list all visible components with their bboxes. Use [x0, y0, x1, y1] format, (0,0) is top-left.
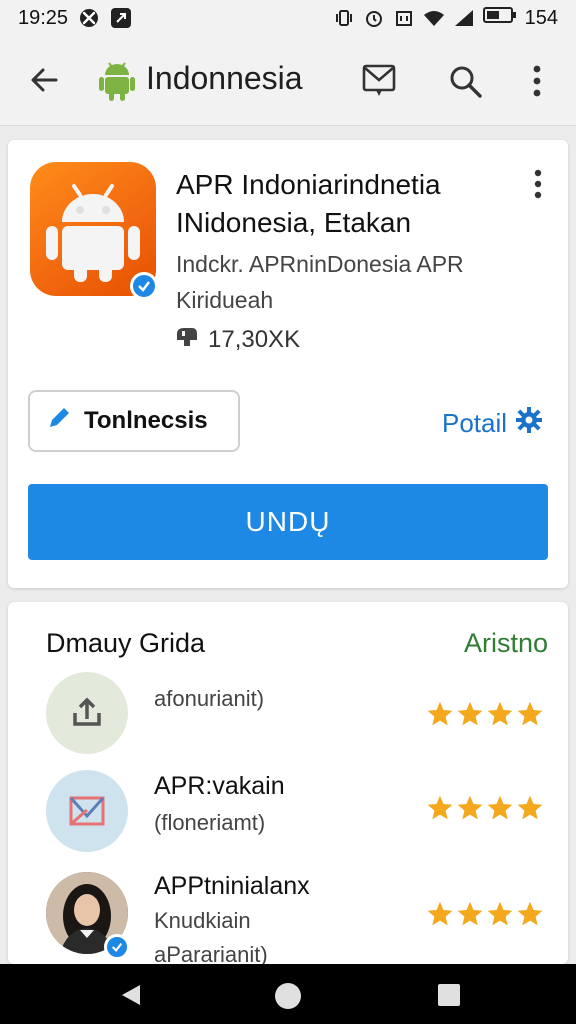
app-detail-card: APR Indoniarindnetia INidonesia, Etakan …: [8, 140, 568, 588]
install-button[interactable]: UNDŲ: [28, 484, 548, 560]
navigation-bar: [0, 964, 576, 1024]
list-item[interactable]: APR:vakain (floneriamt): [8, 770, 568, 870]
rating-stars: [426, 794, 544, 827]
section-title: Dmauy Grida: [46, 628, 206, 658]
arrow-back-icon[interactable]: [26, 62, 62, 98]
detail-link[interactable]: Potail: [442, 406, 543, 441]
android-icon: [98, 60, 136, 102]
star-icon: [486, 794, 514, 827]
nav-recents-icon[interactable]: [436, 982, 462, 1008]
app-description-line2: Kiriduеah: [176, 287, 274, 313]
nav-back-icon[interactable]: [118, 982, 144, 1008]
verified-badge-icon: [130, 272, 158, 300]
nav-home-icon[interactable]: [274, 982, 302, 1010]
app-icon[interactable]: [30, 162, 158, 300]
app-title: APR Indoniarindnetia INidonesia, Etakan: [176, 166, 506, 242]
list-item-name: APPtninialanx: [154, 872, 310, 900]
app-bar: Indonnesia: [0, 36, 576, 126]
upload-icon: [46, 672, 128, 754]
signal-icon: [453, 7, 475, 29]
recommendations-card: Dmauy Grida Aristno afonurianit) APR:vak…: [8, 602, 568, 967]
star-icon: [486, 700, 514, 733]
app-description: Indckr. APRninDonesia APR Kiriduеah: [176, 246, 516, 318]
star-icon: [516, 794, 544, 827]
nfc-icon: [393, 7, 415, 29]
status-time: 19:25: [18, 6, 69, 29]
list-item-name: APR:vakain: [154, 772, 285, 800]
rating-stars: [426, 900, 544, 933]
star-icon: [426, 794, 454, 827]
wifi-icon: [423, 7, 445, 29]
settings-gear-icon: [515, 406, 543, 441]
download-count-value: 17,30XK: [208, 325, 301, 353]
secondary-button[interactable]: Tonlnecsis: [28, 390, 240, 452]
rating-stars: [426, 700, 544, 733]
star-icon: [456, 900, 484, 933]
star-icon: [486, 900, 514, 933]
battery-level: 154: [524, 6, 558, 29]
star-icon: [426, 900, 454, 933]
list-item-meta: Knudkiain: [154, 908, 251, 933]
app-description-line1: Indckr. APRninDonesia APR: [176, 251, 464, 277]
xbox-icon: [78, 7, 100, 29]
person-avatar: [46, 872, 130, 960]
pencil-icon: [46, 405, 72, 438]
app-title-line2: INidonesia, Etakan: [176, 207, 412, 238]
install-button-label: UNDŲ: [245, 506, 331, 537]
list-item[interactable]: afonurianit): [8, 670, 568, 770]
list-item-meta: afonurianit): [154, 686, 265, 711]
list-item-meta: (floneriamt): [154, 810, 266, 835]
star-icon: [516, 900, 544, 933]
battery-icon: [482, 6, 517, 30]
detail-link-label: Potail: [442, 408, 508, 438]
secondary-button-label: Tonlnecsis: [84, 407, 208, 434]
app-notification-icon: [110, 7, 132, 29]
star-icon: [426, 700, 454, 733]
vibrate-icon: [333, 7, 355, 29]
star-icon: [516, 700, 544, 733]
section-more-link[interactable]: Aristno: [464, 628, 548, 659]
envelope-icon: [46, 770, 128, 852]
status-bar: 19:25 154: [0, 0, 576, 36]
list-item[interactable]: APPtninialanx Knudkiain aPararianit): [8, 870, 568, 970]
more-vert-icon[interactable]: [518, 62, 556, 100]
alarm-icon: [363, 7, 385, 29]
verified-badge-icon: [104, 934, 130, 960]
star-icon: [456, 700, 484, 733]
download-icon: [174, 324, 200, 355]
star-icon: [456, 794, 484, 827]
message-icon[interactable]: [360, 62, 398, 100]
more-vert-icon[interactable]: [526, 168, 550, 202]
search-icon[interactable]: [446, 62, 484, 100]
page-title: Indonnesia: [146, 60, 303, 96]
download-count: 17,30XK: [174, 324, 300, 355]
app-title-line1: APR Indoniarindnetia: [176, 169, 441, 200]
